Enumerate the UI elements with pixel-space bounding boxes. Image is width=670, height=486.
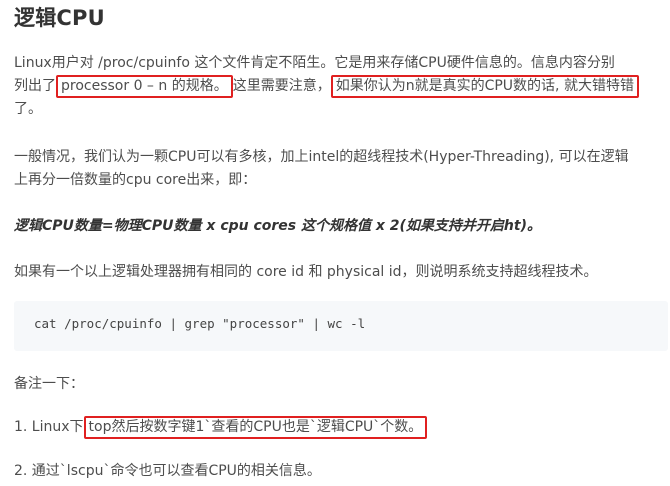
paragraph-line: 了。 — [14, 101, 42, 117]
paragraph-line: Linux用户对 /proc/cpuinfo 这个文件肯定不陌生。它是用来存储C… — [14, 55, 615, 71]
highlight-box-processor: processor 0 – n 的规格。 — [56, 75, 233, 98]
paragraph-line: 列出了 processor 0 – n 的规格。 这里需要注意， 如果你认为n就是真实… — [14, 75, 639, 98]
text-span: 这里需要注意， — [232, 78, 331, 94]
code-block[interactable]: cat /proc/cpuinfo | grep "processor" | w… — [14, 301, 668, 351]
text-span: 1. Linux下 — [14, 419, 84, 435]
note-item: 1. Linux下 top然后按数字键1`查看的CPU也是`逻辑CPU`个数。 — [14, 416, 428, 439]
paragraph-line: 上再分一倍数量的cpu core出来，即： — [14, 172, 257, 188]
paragraph-line: 如果有一个以上逻辑处理器拥有相同的 core id 和 physical id，… — [14, 264, 598, 280]
section-heading: 逻辑CPU — [14, 6, 105, 30]
code-text[interactable]: cat /proc/cpuinfo | grep "processor" | w… — [34, 316, 365, 331]
highlight-box-top: top然后按数字键1`查看的CPU也是`逻辑CPU`个数。 — [83, 416, 428, 439]
note-item: 2. 通过`lscpu`命令也可以查看CPU的相关信息。 — [14, 463, 321, 479]
text-span: 列出了 — [14, 78, 56, 94]
formula-text: 逻辑CPU数量=物理CPU数量 x cpu cores 这个规格值 x 2(如果… — [14, 218, 541, 234]
note-label: 备注一下： — [14, 376, 84, 392]
article-page: 逻辑CPU Linux用户对 /proc/cpuinfo 这个文件肯定不陌生。它… — [0, 0, 670, 486]
highlight-box-warning: 如果你认为n就是真实的CPU数的话, 就大错特错 — [330, 75, 639, 98]
paragraph-line: 一般情况，我们认为一颗CPU可以有多核，加上intel的超线程技术(Hyper-… — [14, 149, 629, 165]
